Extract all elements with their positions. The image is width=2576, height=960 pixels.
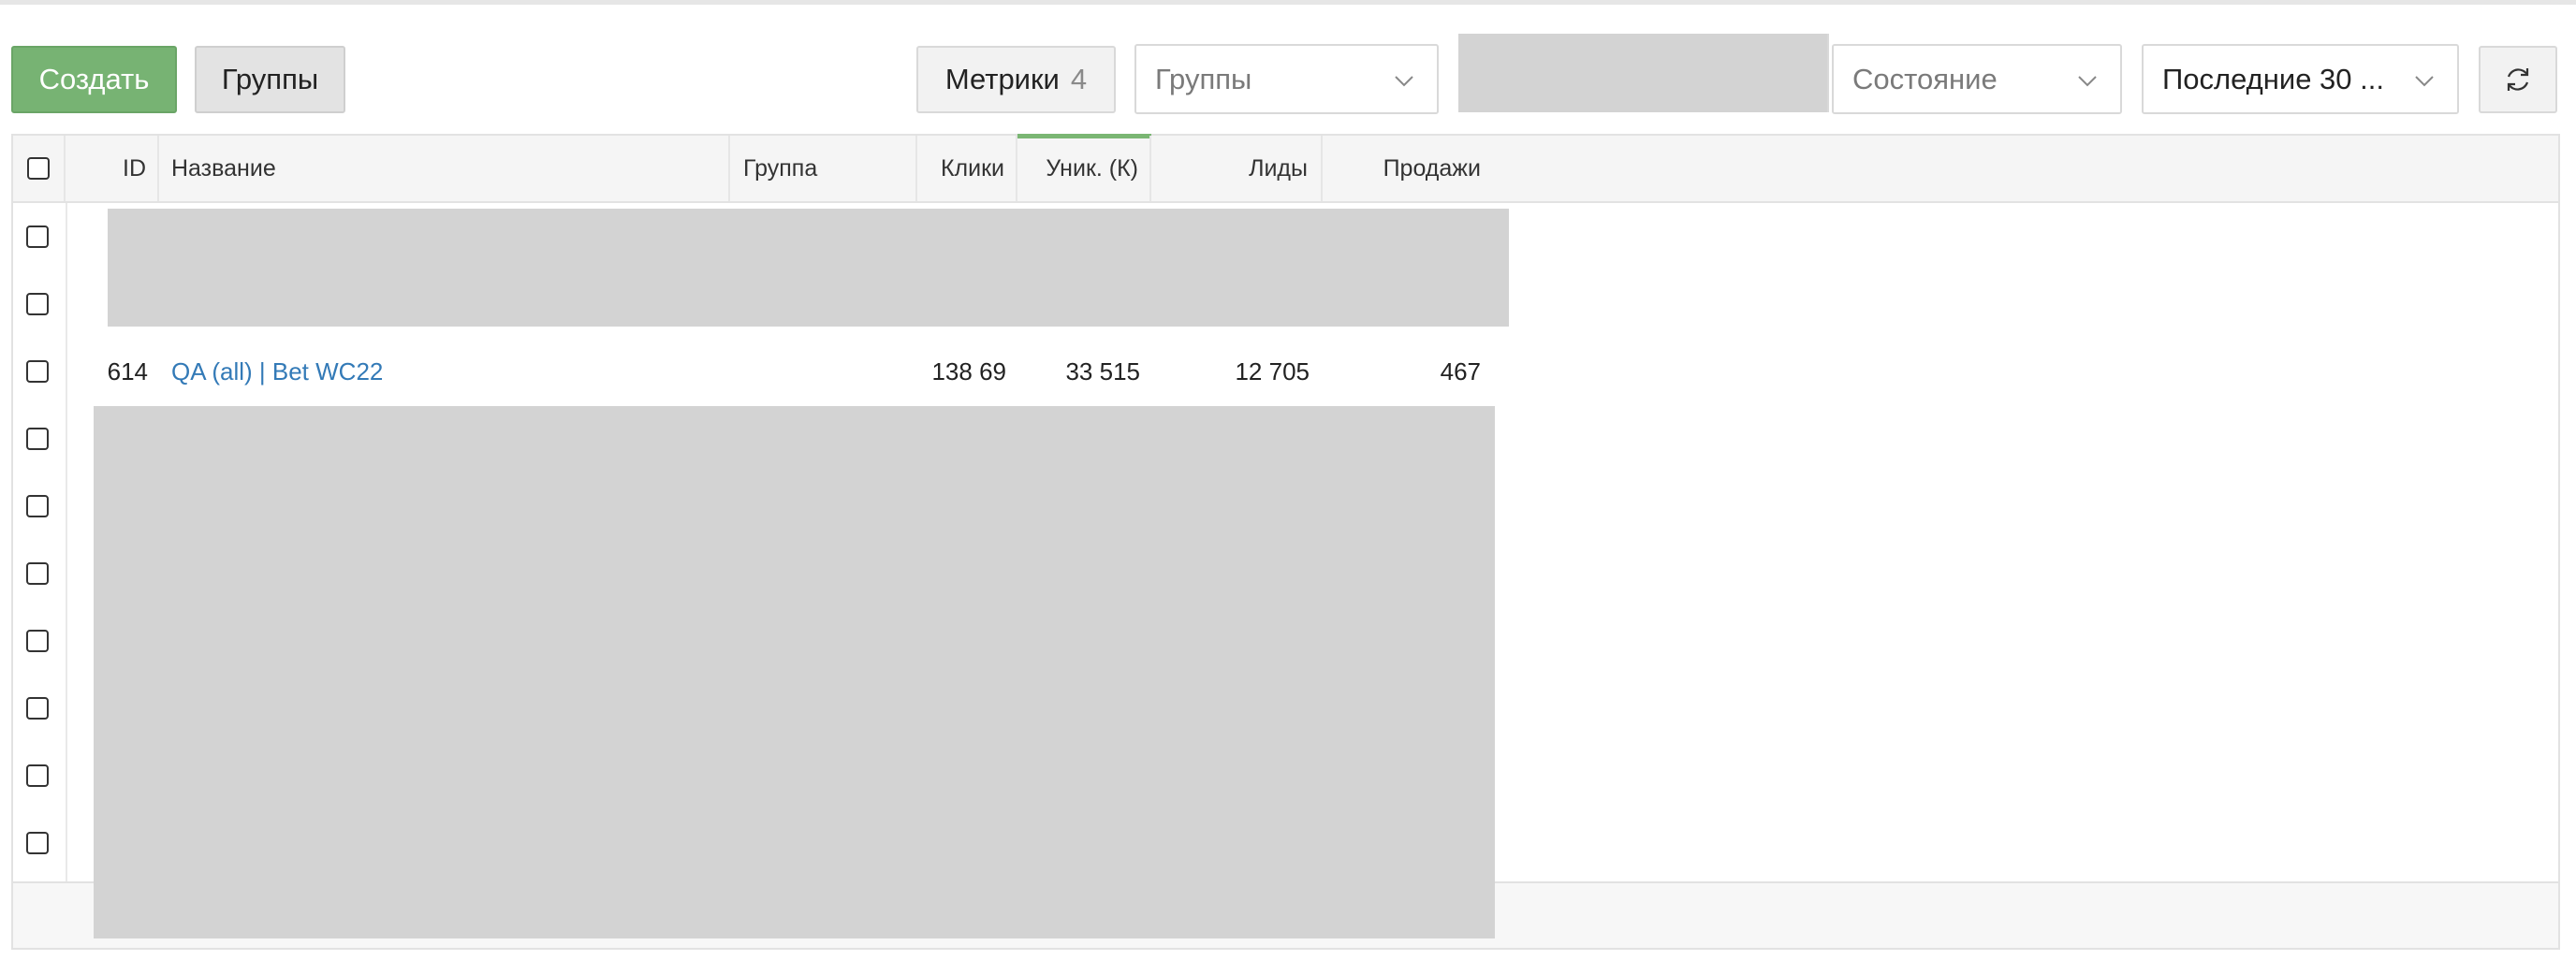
table-row[interactable]: 614 QA (all) | Bet WC22 138 69 33 515 12… — [13, 338, 2558, 405]
refresh-icon — [2507, 68, 2529, 91]
row-checkbox[interactable] — [26, 225, 49, 248]
table-header: ID Название Группа Клики Уник. (К) Лиды … — [13, 134, 2558, 203]
column-header-clicks[interactable]: Клики — [917, 136, 1017, 201]
refresh-button[interactable] — [2479, 46, 2557, 113]
redacted-rows-top — [108, 209, 1509, 327]
column-label: Продажи — [1383, 154, 1481, 182]
period-select[interactable]: Последние 30 ... — [2142, 44, 2459, 114]
column-header-leads[interactable]: Лиды — [1151, 136, 1323, 201]
row-checkbox[interactable] — [26, 630, 49, 652]
column-label: Клики — [940, 154, 1004, 182]
row-leads: 12 705 — [1235, 356, 1310, 385]
column-label: Группа — [743, 154, 818, 182]
groups-select-value: Группы — [1155, 62, 1252, 95]
chevron-down-icon — [1395, 76, 1413, 87]
select-all-checkbox[interactable] — [27, 157, 50, 180]
column-label: ID — [123, 154, 146, 182]
create-button[interactable]: Создать — [11, 46, 177, 113]
column-header-unique[interactable]: Уник. (К) — [1017, 136, 1151, 201]
row-checkbox[interactable] — [26, 495, 49, 517]
row-name-link[interactable]: QA (all) | Bet WC22 — [171, 357, 383, 386]
row-name-cell: QA (all) | Bet WC22 — [159, 338, 730, 405]
column-header-name[interactable]: Название — [159, 136, 730, 201]
period-select-value: Последние 30 ... — [2162, 62, 2384, 95]
column-header-id[interactable]: ID — [66, 136, 159, 201]
row-clicks: 138 69 — [931, 356, 1006, 385]
groups-button[interactable]: Группы — [195, 46, 345, 113]
metrics-count: 4 — [1070, 63, 1088, 95]
row-unique: 33 515 — [1065, 356, 1140, 385]
row-checkbox[interactable] — [26, 562, 49, 585]
row-id: 614 — [107, 356, 148, 385]
chevron-down-icon — [2078, 76, 2097, 87]
row-checkbox[interactable] — [26, 293, 49, 315]
chevron-down-icon — [2415, 76, 2434, 87]
state-select-value: Состояние — [1852, 62, 1998, 95]
column-header-sales[interactable]: Продажи — [1323, 136, 1494, 201]
groups-select[interactable]: Группы — [1134, 44, 1439, 114]
row-checkbox[interactable] — [26, 697, 49, 720]
search-input-redacted[interactable] — [1458, 34, 1829, 112]
row-checkbox[interactable] — [26, 360, 49, 383]
row-sales: 467 — [1440, 356, 1481, 385]
row-checkbox[interactable] — [26, 764, 49, 787]
column-label: Уник. (К) — [1046, 154, 1138, 182]
row-checkbox[interactable] — [26, 428, 49, 450]
metrics-button[interactable]: Метрики 4 — [916, 46, 1116, 113]
column-label: Лиды — [1249, 154, 1308, 182]
top-border — [0, 0, 2576, 5]
column-header-group[interactable]: Группа — [730, 136, 917, 201]
row-checkbox[interactable] — [26, 832, 49, 854]
redacted-rows-bottom — [94, 406, 1495, 938]
state-select[interactable]: Состояние — [1832, 44, 2122, 114]
metrics-label: Метрики — [944, 63, 1060, 95]
data-table: ID Название Группа Клики Уник. (К) Лиды … — [11, 134, 2560, 950]
header-select-all-cell — [13, 136, 66, 201]
column-label: Название — [171, 154, 276, 182]
